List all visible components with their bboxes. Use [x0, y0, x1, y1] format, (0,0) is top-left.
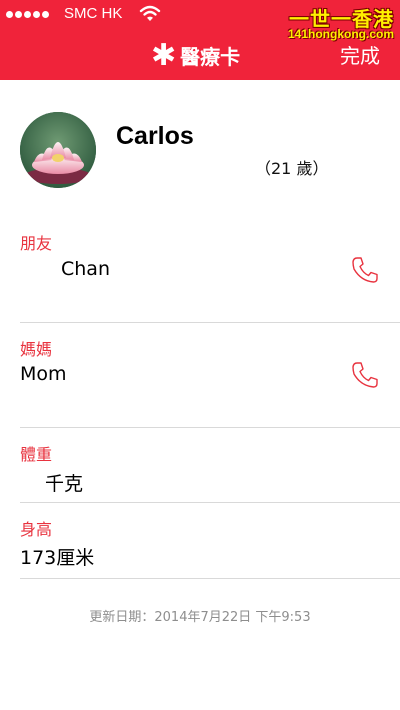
- divider: [20, 502, 400, 503]
- phone-icon[interactable]: [350, 255, 380, 285]
- page-title-text: 醫療卡: [180, 45, 241, 69]
- status-bar: SMC HK 一世一香港 141hongkong.com: [0, 0, 400, 41]
- avatar: [20, 112, 96, 188]
- profile-age: （21 歲）: [255, 159, 329, 178]
- carrier-name: SMC HK: [64, 5, 123, 22]
- page-title: ✱ 醫療卡: [151, 37, 241, 73]
- divider: [20, 427, 400, 428]
- contact-name-friend: Chan: [61, 258, 110, 280]
- divider: [20, 578, 400, 579]
- weight-value: 千克: [45, 473, 84, 495]
- lotus-photo: [20, 112, 96, 188]
- signal-dots-icon: [6, 11, 49, 18]
- wifi-icon: [139, 5, 161, 21]
- last-updated-text: 更新日期：2014年7月22日 下午9:53: [89, 610, 311, 625]
- contact-relation-friend: 朋友: [20, 234, 53, 253]
- profile-name: Carlos: [116, 122, 194, 150]
- phone-icon[interactable]: [350, 360, 380, 390]
- height-value: 173厘米: [20, 547, 95, 569]
- divider: [20, 322, 400, 323]
- done-button[interactable]: 完成: [340, 40, 380, 69]
- contact-relation-mom: 媽媽: [20, 340, 53, 359]
- watermark-url-text: 141hongkong.com: [287, 27, 394, 41]
- weight-label: 體重: [20, 445, 53, 464]
- nav-bar: SMC HK 一世一香港 141hongkong.com ✱ 醫療卡 完成: [0, 0, 400, 80]
- watermark-logo: 一世一香港 141hongkong.com: [278, 3, 394, 45]
- star-of-life-icon: ✱: [151, 37, 177, 73]
- height-label: 身高: [20, 520, 53, 539]
- contact-name-mom: Mom: [20, 363, 67, 385]
